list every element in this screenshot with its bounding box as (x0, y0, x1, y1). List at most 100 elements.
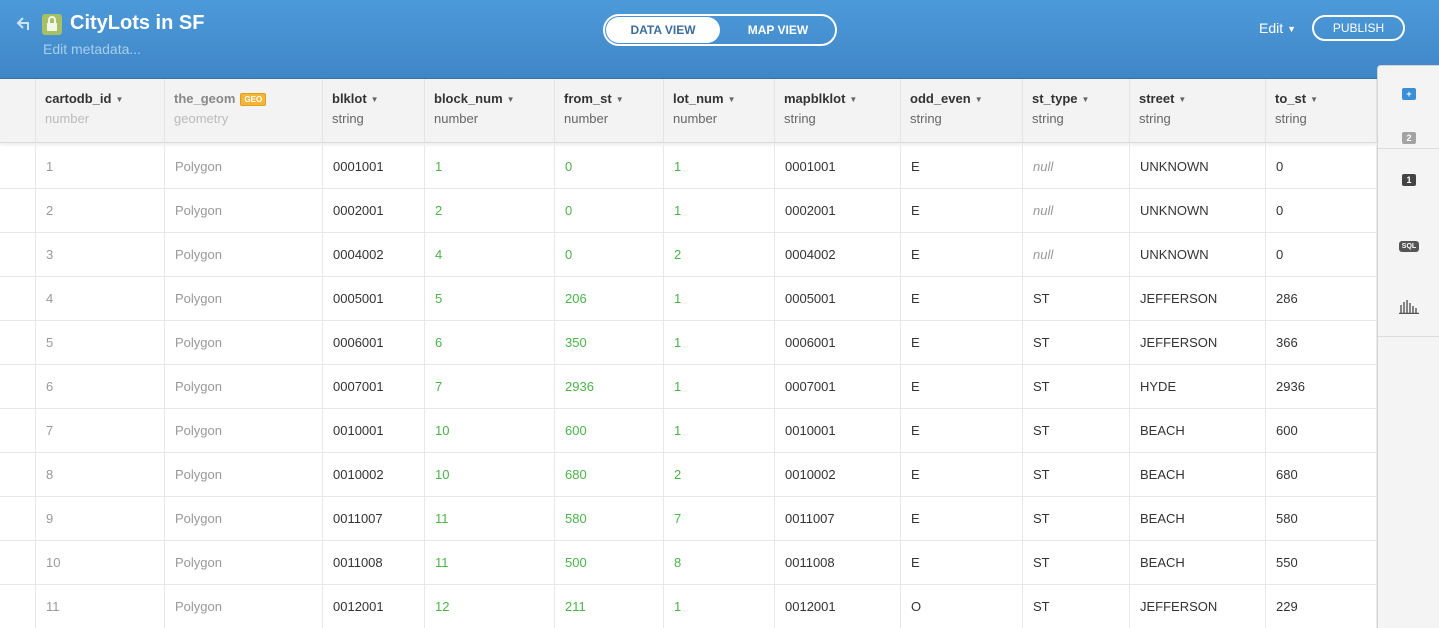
table-cell-the-geom[interactable]: Polygon (165, 189, 323, 233)
row-handle[interactable] (0, 453, 36, 497)
table-cell-cartodb-id[interactable]: 3 (36, 233, 165, 277)
table-cell-the-geom[interactable]: Polygon (165, 541, 323, 585)
table-cell-cartodb-id[interactable]: 8 (36, 453, 165, 497)
table-cell-cartodb-id[interactable]: 11 (36, 585, 165, 628)
table-cell-mapblklot[interactable]: 0001001 (775, 145, 901, 189)
table-cell-st-type[interactable]: ST (1023, 409, 1130, 453)
layer-1-button[interactable]: 1 (1378, 168, 1439, 192)
table-cell-odd-even[interactable]: E (901, 541, 1023, 585)
table-cell-from-st[interactable]: 2936 (555, 365, 664, 409)
sql-button[interactable]: SQL (1378, 234, 1439, 258)
column-header-street[interactable]: street ▼ string (1130, 79, 1266, 142)
table-cell-street[interactable]: BEACH (1130, 541, 1266, 585)
caret-down-icon[interactable]: ▼ (371, 95, 379, 104)
table-cell-mapblklot[interactable]: 0010001 (775, 409, 901, 453)
column-header-block-num[interactable]: block_num ▼ number (425, 79, 555, 142)
table-cell-the-geom[interactable]: Polygon (165, 365, 323, 409)
publish-button[interactable]: PUBLISH (1312, 15, 1405, 41)
table-cell-street[interactable]: BEACH (1130, 497, 1266, 541)
table-cell-odd-even[interactable]: E (901, 365, 1023, 409)
table-cell-to-st[interactable]: 580 (1266, 497, 1377, 541)
table-cell-from-st[interactable]: 0 (555, 189, 664, 233)
table-cell-mapblklot[interactable]: 0006001 (775, 321, 901, 365)
table-cell-the-geom[interactable]: Polygon (165, 585, 323, 628)
table-cell-st-type[interactable]: ST (1023, 585, 1130, 628)
caret-down-icon[interactable]: ▼ (1082, 95, 1090, 104)
table-cell-odd-even[interactable]: E (901, 189, 1023, 233)
table-cell-lot-num[interactable]: 1 (664, 277, 775, 321)
lock-icon[interactable] (42, 14, 62, 35)
table-cell-block-num[interactable]: 5 (425, 277, 555, 321)
column-header-odd-even[interactable]: odd_even ▼ string (901, 79, 1023, 142)
table-cell-mapblklot[interactable]: 0005001 (775, 277, 901, 321)
row-handle[interactable] (0, 585, 36, 628)
table-cell-lot-num[interactable]: 2 (664, 233, 775, 277)
table-cell-to-st[interactable]: 366 (1266, 321, 1377, 365)
table-cell-blklot[interactable]: 0010002 (323, 453, 425, 497)
table-cell-st-type[interactable]: ST (1023, 321, 1130, 365)
table-cell-block-num[interactable]: 6 (425, 321, 555, 365)
caret-down-icon[interactable]: ▼ (849, 95, 857, 104)
caret-down-icon[interactable]: ▼ (115, 95, 123, 104)
table-cell-lot-num[interactable]: 1 (664, 189, 775, 233)
back-arrow-icon[interactable] (16, 14, 34, 32)
caret-down-icon[interactable]: ▼ (1178, 95, 1186, 104)
table-cell-mapblklot[interactable]: 0007001 (775, 365, 901, 409)
caret-down-icon[interactable]: ▼ (728, 95, 736, 104)
table-cell-the-geom[interactable]: Polygon (165, 409, 323, 453)
table-cell-from-st[interactable]: 0 (555, 145, 664, 189)
table-cell-st-type[interactable]: ST (1023, 541, 1130, 585)
table-cell-to-st[interactable]: 0 (1266, 189, 1377, 233)
caret-down-icon[interactable]: ▼ (507, 95, 515, 104)
table-cell-blklot[interactable]: 0004002 (323, 233, 425, 277)
layer-2-button[interactable]: 2 (1378, 126, 1439, 150)
table-cell-blklot[interactable]: 0005001 (323, 277, 425, 321)
table-cell-to-st[interactable]: 2936 (1266, 365, 1377, 409)
row-handle[interactable] (0, 145, 36, 189)
table-cell-st-type[interactable]: ST (1023, 497, 1130, 541)
column-header-from-st[interactable]: from_st ▼ number (555, 79, 664, 142)
table-cell-street[interactable]: JEFFERSON (1130, 277, 1266, 321)
add-layer-button[interactable]: + (1378, 82, 1439, 106)
table-cell-from-st[interactable]: 0 (555, 233, 664, 277)
table-cell-mapblklot[interactable]: 0004002 (775, 233, 901, 277)
caret-down-icon[interactable]: ▼ (616, 95, 624, 104)
table-cell-odd-even[interactable]: E (901, 409, 1023, 453)
table-cell-from-st[interactable]: 680 (555, 453, 664, 497)
table-cell-block-num[interactable]: 1 (425, 145, 555, 189)
table-cell-odd-even[interactable]: E (901, 145, 1023, 189)
caret-down-icon[interactable]: ▼ (975, 95, 983, 104)
table-cell-to-st[interactable]: 0 (1266, 145, 1377, 189)
table-cell-cartodb-id[interactable]: 2 (36, 189, 165, 233)
column-header-the-geom[interactable]: the_geom GEO geometry (165, 79, 323, 142)
table-cell-block-num[interactable]: 11 (425, 497, 555, 541)
edit-menu[interactable]: Edit ▼ (1259, 20, 1296, 36)
row-handle[interactable] (0, 321, 36, 365)
table-cell-from-st[interactable]: 206 (555, 277, 664, 321)
row-handle[interactable] (0, 409, 36, 453)
table-cell-st-type[interactable]: ST (1023, 277, 1130, 321)
table-cell-from-st[interactable]: 600 (555, 409, 664, 453)
table-cell-street[interactable]: BEACH (1130, 409, 1266, 453)
table-cell-from-st[interactable]: 580 (555, 497, 664, 541)
table-cell-lot-num[interactable]: 1 (664, 409, 775, 453)
table-cell-block-num[interactable]: 10 (425, 453, 555, 497)
table-cell-cartodb-id[interactable]: 4 (36, 277, 165, 321)
table-cell-blklot[interactable]: 0002001 (323, 189, 425, 233)
table-cell-cartodb-id[interactable]: 1 (36, 145, 165, 189)
table-cell-cartodb-id[interactable]: 10 (36, 541, 165, 585)
table-cell-block-num[interactable]: 7 (425, 365, 555, 409)
table-cell-blklot[interactable]: 0007001 (323, 365, 425, 409)
table-cell-odd-even[interactable]: E (901, 453, 1023, 497)
table-cell-to-st[interactable]: 550 (1266, 541, 1377, 585)
table-cell-street[interactable]: UNKNOWN (1130, 233, 1266, 277)
table-cell-mapblklot[interactable]: 0012001 (775, 585, 901, 628)
table-cell-cartodb-id[interactable]: 5 (36, 321, 165, 365)
column-header-to-st[interactable]: to_st ▼ string (1266, 79, 1377, 142)
table-cell-cartodb-id[interactable]: 6 (36, 365, 165, 409)
table-cell-blklot[interactable]: 0006001 (323, 321, 425, 365)
table-cell-block-num[interactable]: 12 (425, 585, 555, 628)
table-cell-mapblklot[interactable]: 0011008 (775, 541, 901, 585)
table-cell-the-geom[interactable]: Polygon (165, 145, 323, 189)
row-handle[interactable] (0, 541, 36, 585)
